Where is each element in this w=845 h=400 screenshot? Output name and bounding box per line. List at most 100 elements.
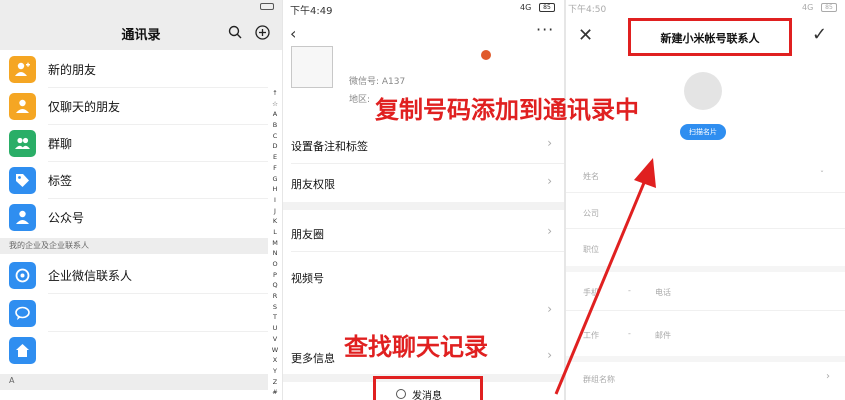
alphabet-letter[interactable]: M — [270, 238, 280, 249]
chevron-right-icon: › — [547, 302, 552, 316]
alphabet-letter[interactable]: R — [270, 291, 280, 302]
alphabet-letter[interactable]: F — [270, 163, 280, 174]
status-bar — [0, 0, 282, 14]
contact-item-label: 企业微信联系人 — [48, 269, 133, 283]
alphabet-letter[interactable]: E — [270, 152, 280, 163]
new-friend-icon — [9, 56, 36, 83]
close-icon[interactable]: ✕ — [578, 25, 593, 46]
region-label: 地区: — [349, 95, 371, 105]
name-field[interactable]: 姓名 — [583, 171, 599, 182]
chat-bubble-icon — [9, 300, 36, 327]
phone-label[interactable]: 手机 — [583, 287, 599, 298]
set-remarks-label: 设置备注和标签 — [291, 140, 368, 153]
alphabet-letter[interactable]: ☆ — [270, 99, 280, 110]
status-bar: 下午4:49 4G 85 — [283, 0, 564, 17]
home-icon — [9, 337, 36, 364]
alphabet-letter[interactable]: N — [270, 248, 280, 259]
battery-level: 85 — [539, 3, 555, 12]
contact-item-enterprise[interactable]: 企业微信联系人 — [0, 257, 268, 294]
set-remarks-item[interactable]: 设置备注和标签 › — [283, 126, 564, 164]
alphabet-letter[interactable]: C — [270, 131, 280, 142]
alphabet-letter[interactable]: Z — [270, 377, 280, 388]
status-time: 下午4:49 — [290, 6, 333, 17]
friend-permissions-label: 朋友权限 — [291, 178, 335, 191]
contacts-header: 通讯录 — [0, 14, 282, 50]
alphabet-index[interactable]: ↑ ☆ A B C D E F G H I J K L M N O P Q R S T U V W X Y Z # — [270, 88, 280, 398]
network-indicator: 4G — [520, 3, 532, 12]
channels-label: 视频号 — [291, 272, 324, 285]
alphabet-letter[interactable]: S — [270, 302, 280, 313]
alphabet-letter[interactable]: G — [270, 174, 280, 185]
expand-icon[interactable]: ˇ — [820, 170, 824, 179]
chevron-right-icon: › — [547, 224, 552, 238]
alphabet-letter[interactable]: I — [270, 195, 280, 206]
send-message-button[interactable]: 发消息 — [373, 376, 483, 400]
back-icon[interactable]: ‹ — [290, 24, 296, 43]
battery-icon — [260, 3, 274, 10]
phone-input[interactable]: 电话 — [655, 287, 671, 298]
alphabet-letter[interactable]: X — [270, 355, 280, 366]
position-field[interactable]: 职位 — [583, 244, 599, 255]
alphabet-letter[interactable]: A — [270, 109, 280, 120]
contact-item-chat-only[interactable]: 仅聊天的朋友 — [0, 88, 268, 125]
alphabet-letter[interactable]: Q — [270, 280, 280, 291]
avatar — [291, 46, 333, 88]
alphabet-letter[interactable]: T — [270, 312, 280, 323]
status-dot-icon — [481, 50, 491, 60]
alphabet-letter[interactable]: B — [270, 120, 280, 131]
contact-item-tags[interactable]: 标签 — [0, 162, 268, 199]
status-bar: 下午4:50 4G 85 — [566, 0, 845, 16]
moments-label: 朋友圈 — [291, 228, 324, 241]
contact-item-label: 新的朋友 — [48, 63, 97, 77]
group-field[interactable]: 群组名称 — [583, 374, 615, 385]
chevron-right-icon: › — [547, 136, 552, 150]
more-info-label: 更多信息 — [291, 352, 335, 365]
alphabet-letter[interactable]: W — [270, 345, 280, 356]
alphabet-letter[interactable]: U — [270, 323, 280, 334]
send-message-label: 发消息 — [412, 391, 442, 400]
contact-item-label: 公众号 — [48, 211, 85, 225]
alphabet-letter[interactable]: H — [270, 184, 280, 195]
contact-item-chat[interactable] — [0, 295, 268, 332]
alphabet-letter[interactable]: Y — [270, 366, 280, 377]
message-icon — [396, 389, 406, 399]
moments-item[interactable]: 朋友圈 › — [283, 214, 564, 252]
alphabet-letter[interactable]: # — [270, 387, 280, 398]
scan-card-button[interactable]: 扫描名片 — [680, 124, 726, 140]
status-time: 下午4:50 — [568, 5, 607, 15]
search-icon[interactable] — [228, 25, 242, 39]
friend-permissions-item[interactable]: 朋友权限 › — [283, 164, 564, 202]
alphabet-letter[interactable]: L — [270, 227, 280, 238]
alphabet-letter[interactable]: K — [270, 216, 280, 227]
contact-item-label: 仅聊天的朋友 — [48, 100, 121, 114]
alphabet-letter[interactable]: P — [270, 270, 280, 281]
group-icon — [9, 130, 36, 157]
email-input[interactable]: 邮件 — [655, 330, 671, 341]
tag-icon — [9, 167, 36, 194]
contact-item-official-accounts[interactable]: 公众号 — [0, 199, 268, 236]
page-title: 新建小米帐号联系人 — [628, 18, 792, 56]
contact-item-home[interactable] — [0, 332, 268, 369]
company-field[interactable]: 公司 — [583, 208, 599, 219]
avatar-placeholder[interactable] — [684, 72, 722, 110]
battery-level: 85 — [821, 3, 837, 12]
work-label[interactable]: 工作 — [583, 330, 599, 341]
alphabet-letter[interactable]: ↑ — [270, 88, 280, 99]
alphabet-letter[interactable]: J — [270, 206, 280, 217]
alphabet-letter[interactable]: V — [270, 334, 280, 345]
alphabet-letter[interactable]: O — [270, 259, 280, 270]
section-header: 我的企业及企业联系人 — [0, 238, 268, 254]
add-icon[interactable] — [255, 25, 270, 40]
more-icon[interactable]: ··· — [536, 20, 554, 39]
confirm-check-icon[interactable]: ✓ — [812, 24, 827, 45]
enterprise-icon — [9, 262, 36, 289]
chevron-right-icon: › — [826, 371, 830, 382]
blank-item[interactable]: › — [283, 292, 564, 330]
contact-item-group-chat[interactable]: 群聊 — [0, 125, 268, 162]
dash-icon: - — [628, 329, 631, 338]
channels-item[interactable]: 视频号 — [283, 258, 564, 296]
alphabet-letter[interactable]: D — [270, 141, 280, 152]
chevron-right-icon: › — [547, 174, 552, 188]
dash-icon: - — [628, 286, 631, 295]
contact-item-new-friends[interactable]: 新的朋友 — [0, 51, 268, 88]
